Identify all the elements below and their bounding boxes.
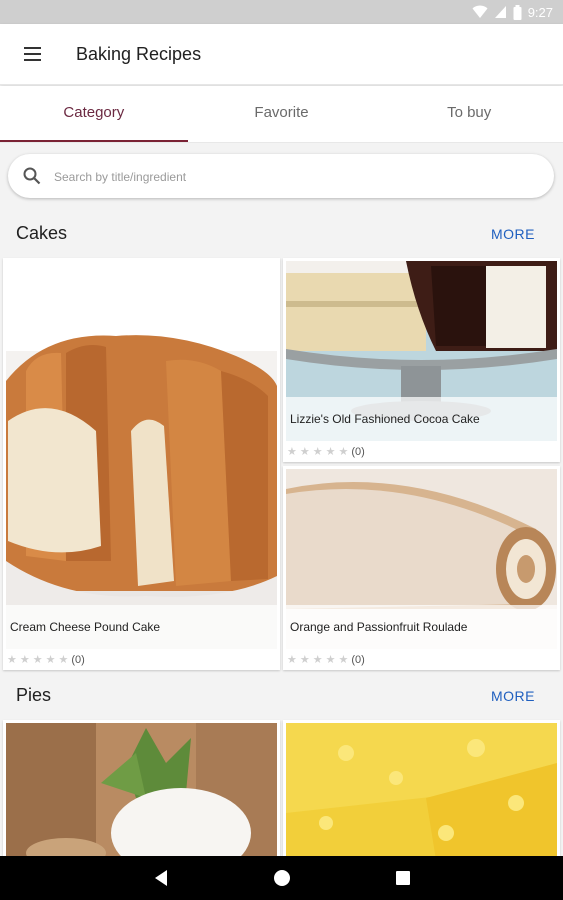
recipe-card-pound-cake[interactable]: Cream Cheese Pound Cake ★ ★ ★ ★ ★ (0) [3,258,280,670]
star-icon: ★ [45,654,56,666]
app-bar: Baking Recipes [0,24,563,85]
recipe-title: Cream Cheese Pound Cake [6,605,277,649]
tab-bar: Category Favorite To buy [0,86,563,143]
recipe-image-roulade: Orange and Passionfruit Roulade [286,469,557,649]
rating-count: (0) [351,445,365,458]
recipe-card-pie-1[interactable] [3,720,280,860]
section-title-cakes: Cakes [16,223,68,243]
recipe-title: Orange and Passionfruit Roulade [286,605,557,649]
search-input[interactable] [52,164,536,190]
star-icon: ★ [338,654,349,666]
recipe-card-pie-2[interactable] [283,720,560,860]
star-icon: ★ [7,654,17,666]
navigation-bar [0,856,563,900]
recipe-image-cocoa-cake: Lizzie's Old Fashioned Cocoa Cake [286,261,557,441]
star-icon: ★ [287,446,297,458]
signal-icon [494,6,506,18]
section-title-pies: Pies [16,685,52,705]
star-icon: ★ [299,654,310,666]
hamburger-icon[interactable] [16,38,48,70]
status-bar: 9:27 [0,0,563,24]
cakes-more-button[interactable]: MORE [491,226,535,242]
rating-count: (0) [351,653,365,666]
star-icon: ★ [19,654,30,666]
pies-more-button[interactable]: MORE [491,688,535,704]
status-icons: 9:27 [472,3,553,21]
star-icon: ★ [325,446,336,458]
menu-button[interactable] [16,38,48,70]
recipe-image-pound-cake: Cream Cheese Pound Cake [6,261,277,649]
recipe-card-cocoa-cake[interactable]: Lizzie's Old Fashioned Cocoa Cake ★ ★ ★ … [283,258,560,462]
star-icon: ★ [32,654,43,666]
recipe-image-pie-1 [6,723,277,860]
app-title: Baking Recipes [76,44,202,64]
recents-icon[interactable] [393,868,413,888]
recipe-rating: ★ ★ ★ ★ ★ (0) [7,653,85,667]
rating-count: (0) [71,653,85,666]
tab-to-buy[interactable]: To buy [375,86,563,142]
star-icon: ★ [338,446,349,458]
star-icon: ★ [58,654,69,666]
star-icon: ★ [312,446,323,458]
recipe-image-pie-2 [286,723,557,860]
star-icon: ★ [287,654,297,666]
tab-favorite[interactable]: Favorite [188,86,376,142]
back-icon[interactable] [152,868,172,888]
recipe-card-roulade[interactable]: Orange and Passionfruit Roulade ★ ★ ★ ★ … [283,466,560,670]
search-bar[interactable] [8,154,554,198]
search-icon[interactable] [22,166,42,186]
wifi-icon [472,5,488,18]
star-icon: ★ [299,446,310,458]
recipe-rating: ★ ★ ★ ★ ★ (0) [287,653,365,667]
recipe-title: Lizzie's Old Fashioned Cocoa Cake [286,397,557,441]
recipe-rating: ★ ★ ★ ★ ★ (0) [287,445,365,459]
home-icon[interactable] [272,868,292,888]
star-icon: ★ [325,654,336,666]
battery-icon [513,4,522,20]
star-icon: ★ [312,654,323,666]
tab-category[interactable]: Category [0,86,188,142]
status-time: 9:27 [527,4,553,20]
